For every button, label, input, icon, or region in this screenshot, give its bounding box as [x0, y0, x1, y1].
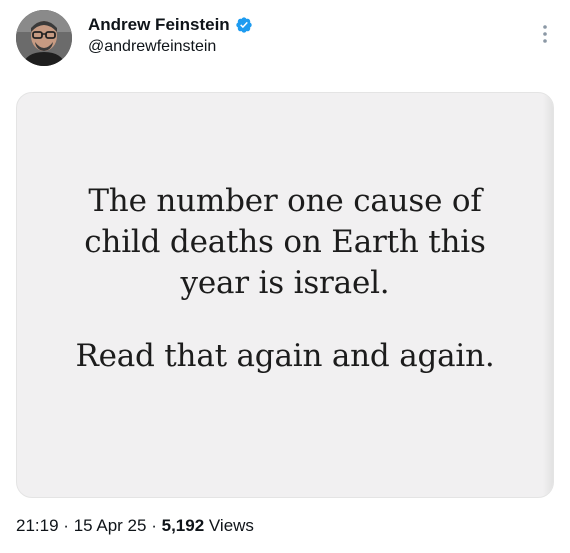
display-name[interactable]: Andrew Feinstein: [88, 15, 230, 35]
image-quote-text: The number one cause of child deaths on …: [17, 181, 553, 377]
quote-line: Read that again and again.: [75, 338, 495, 374]
display-name-row: Andrew Feinstein: [88, 14, 253, 36]
quote-line: child deaths on Earth this: [84, 224, 486, 260]
handle[interactable]: @andrewfeinstein: [88, 38, 253, 56]
more-options-button[interactable]: [536, 22, 554, 46]
quote-line: year is israel.: [180, 265, 390, 301]
avatar-photo: [16, 10, 72, 66]
post-date[interactable]: 15 Apr 25: [74, 516, 147, 535]
meta-separator: ·: [151, 516, 157, 535]
more-vertical-icon: [543, 25, 547, 43]
quote-line: The number one cause of: [88, 183, 482, 219]
avatar[interactable]: [16, 10, 72, 66]
views-count[interactable]: 5,192: [162, 516, 205, 535]
post-time[interactable]: 21:19: [16, 516, 59, 535]
post-image[interactable]: The number one cause of child deaths on …: [16, 92, 554, 498]
views-label: Views: [208, 516, 254, 535]
verified-badge-icon[interactable]: [235, 16, 253, 34]
author-info: Andrew Feinstein @andrewfeinstein: [88, 14, 253, 56]
post-metadata: 21:19 · 15 Apr 25 · 5,192 Views: [16, 516, 254, 536]
meta-separator: ·: [63, 516, 69, 535]
post-header: Andrew Feinstein @andrewfeinstein: [16, 10, 554, 70]
